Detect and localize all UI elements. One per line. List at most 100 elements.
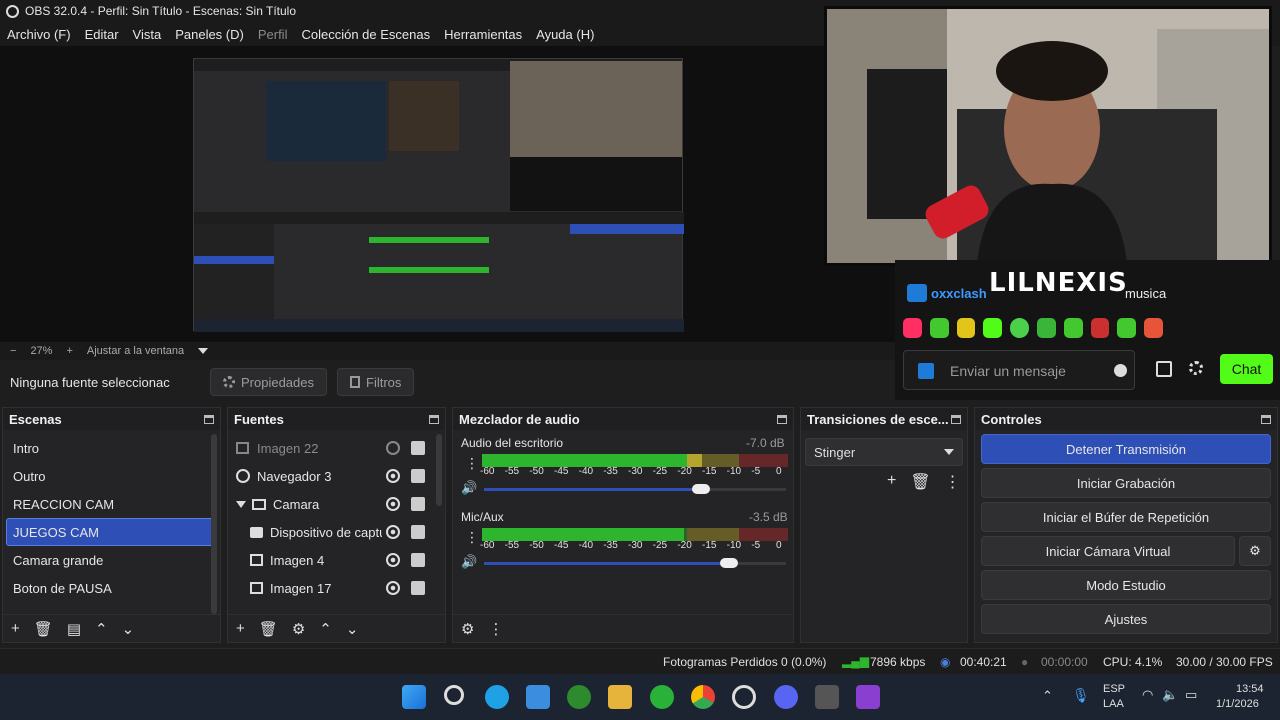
- volume-slider[interactable]: [484, 558, 786, 568]
- scene-item[interactable]: Boton de PAUSA: [3, 574, 220, 602]
- scene-item-selected[interactable]: JUEGOS CAM: [6, 518, 217, 546]
- speaker-icon[interactable]: 🔊: [461, 480, 477, 496]
- source-item[interactable]: Imagen 17: [228, 574, 445, 602]
- start-recording-button[interactable]: Iniciar Grabación: [981, 468, 1271, 498]
- start-virtual-camera-button[interactable]: Iniciar Cámara Virtual: [981, 536, 1235, 566]
- fit-to-window[interactable]: Ajustar a la ventana: [87, 345, 184, 357]
- speaker-icon[interactable]: 🔊: [461, 554, 477, 570]
- chevron-down-icon[interactable]: ⌄: [346, 620, 359, 638]
- lock-icon[interactable]: [411, 553, 425, 567]
- add-icon[interactable]: +: [887, 472, 896, 492]
- chrome-icon[interactable]: [691, 685, 715, 709]
- source-item[interactable]: Navegador 3: [228, 462, 445, 490]
- scene-item[interactable]: Intro: [3, 434, 220, 462]
- lock-icon[interactable]: [411, 441, 425, 455]
- eye-icon[interactable]: [386, 525, 400, 539]
- edge-icon[interactable]: [485, 685, 509, 709]
- mixer-settings-icon[interactable]: ⚙: [461, 620, 474, 638]
- menu-editar[interactable]: Editar: [85, 27, 119, 42]
- popout-icon[interactable]: [777, 414, 787, 424]
- zoom-out-button[interactable]: −: [10, 345, 16, 357]
- start-icon[interactable]: [402, 685, 426, 709]
- chevron-down-icon[interactable]: [236, 500, 246, 508]
- kebab-menu-icon[interactable]: ⋮: [488, 620, 503, 638]
- kebab-menu-icon[interactable]: ⋮: [945, 472, 961, 492]
- chevron-up-icon[interactable]: ⌃: [1042, 688, 1053, 704]
- gear-icon[interactable]: ⚙: [292, 620, 305, 638]
- filters-button[interactable]: Filtros: [337, 368, 415, 396]
- eye-hidden-icon[interactable]: [386, 441, 400, 455]
- lock-icon[interactable]: [411, 525, 425, 539]
- popout-icon[interactable]: [951, 414, 961, 424]
- discord-icon[interactable]: [774, 685, 798, 709]
- menu-ayuda[interactable]: Ayuda (H): [536, 27, 594, 42]
- source-group-item[interactable]: Camara: [228, 490, 445, 518]
- kebab-menu-icon[interactable]: ⋮: [465, 529, 479, 546]
- source-item[interactable]: Imagen 22: [228, 434, 445, 462]
- chat-send-button[interactable]: Chat: [1220, 354, 1273, 384]
- xbox-icon[interactable]: [567, 685, 591, 709]
- file-explorer-icon[interactable]: [608, 685, 632, 709]
- trash-icon[interactable]: 🗑: [259, 620, 278, 638]
- source-item[interactable]: Dispositivo de captu: [228, 518, 445, 546]
- obs-icon[interactable]: [732, 685, 756, 709]
- eye-icon[interactable]: [386, 469, 400, 483]
- source-item[interactable]: Imagen 4: [228, 546, 445, 574]
- scene-item[interactable]: Outro: [3, 462, 220, 490]
- kebab-menu-icon[interactable]: ⋮: [465, 455, 479, 472]
- add-icon[interactable]: +: [236, 620, 245, 637]
- menu-vista[interactable]: Vista: [133, 27, 162, 42]
- trash-icon[interactable]: 🗑: [910, 472, 930, 492]
- menu-herramientas[interactable]: Herramientas: [444, 27, 522, 42]
- eye-icon[interactable]: [386, 497, 400, 511]
- app-icon[interactable]: [815, 685, 839, 709]
- microphone-icon[interactable]: 🎙: [1072, 687, 1090, 704]
- start-replay-buffer-button[interactable]: Iniciar el Búfer de Repetición: [981, 502, 1271, 532]
- menu-perfil[interactable]: Perfil: [258, 27, 288, 42]
- store-icon[interactable]: [526, 685, 550, 709]
- popout-icon[interactable]: [1261, 414, 1271, 424]
- popout-icon[interactable]: [429, 414, 439, 424]
- chevron-up-icon[interactable]: ⌃: [319, 620, 332, 638]
- language-code[interactable]: ESP: [1103, 683, 1125, 695]
- trash-icon[interactable]: 🗑: [34, 620, 53, 638]
- clock-time[interactable]: 13:54: [1236, 683, 1264, 695]
- menu-archivo[interactable]: Archivo (F): [7, 27, 71, 42]
- eye-icon[interactable]: [386, 581, 400, 595]
- stop-streaming-button[interactable]: Detener Transmisión: [981, 434, 1271, 464]
- scene-item[interactable]: REACCION CAM: [3, 490, 220, 518]
- lock-icon[interactable]: [411, 497, 425, 511]
- lock-icon[interactable]: [411, 469, 425, 483]
- lock-icon[interactable]: [411, 581, 425, 595]
- filter-icon[interactable]: ▤: [67, 620, 81, 638]
- scrollbar[interactable]: [436, 434, 442, 506]
- volume-slider[interactable]: [484, 484, 786, 494]
- virtual-camera-settings-button[interactable]: ⚙: [1239, 536, 1271, 566]
- search-icon[interactable]: [444, 685, 464, 705]
- scene-item[interactable]: Camara grande: [3, 546, 220, 574]
- transition-select[interactable]: Stinger: [805, 438, 963, 466]
- battery-icon[interactable]: ▭: [1185, 687, 1197, 703]
- studio-mode-button[interactable]: Modo Estudio: [981, 570, 1271, 600]
- popout-icon[interactable]: [204, 414, 214, 424]
- emoji-icon[interactable]: [1114, 364, 1127, 377]
- settings-button[interactable]: Ajustes: [981, 604, 1271, 634]
- menu-paneles[interactable]: Paneles (D): [175, 27, 244, 42]
- store-icon[interactable]: [1156, 361, 1172, 377]
- language-region[interactable]: LAA: [1103, 698, 1124, 710]
- clock-date[interactable]: 1/1/2026: [1216, 698, 1259, 710]
- chevron-up-icon[interactable]: ⌃: [95, 620, 108, 638]
- chat-input[interactable]: Enviar un mensaje: [903, 350, 1135, 390]
- chevron-down-icon[interactable]: ⌄: [122, 620, 135, 638]
- wifi-icon[interactable]: ◠: [1142, 687, 1153, 703]
- menu-coleccion[interactable]: Colección de Escenas: [301, 27, 430, 42]
- whatsapp-icon[interactable]: [650, 685, 674, 709]
- scrollbar[interactable]: [211, 434, 217, 614]
- gear-icon[interactable]: [1189, 361, 1203, 375]
- volume-icon[interactable]: 🔈: [1162, 687, 1178, 703]
- zoom-in-button[interactable]: +: [66, 345, 72, 357]
- add-icon[interactable]: +: [11, 620, 20, 637]
- clipchamp-icon[interactable]: [856, 685, 880, 709]
- chevron-down-icon[interactable]: [198, 348, 209, 354]
- properties-button[interactable]: Propiedades: [210, 368, 327, 396]
